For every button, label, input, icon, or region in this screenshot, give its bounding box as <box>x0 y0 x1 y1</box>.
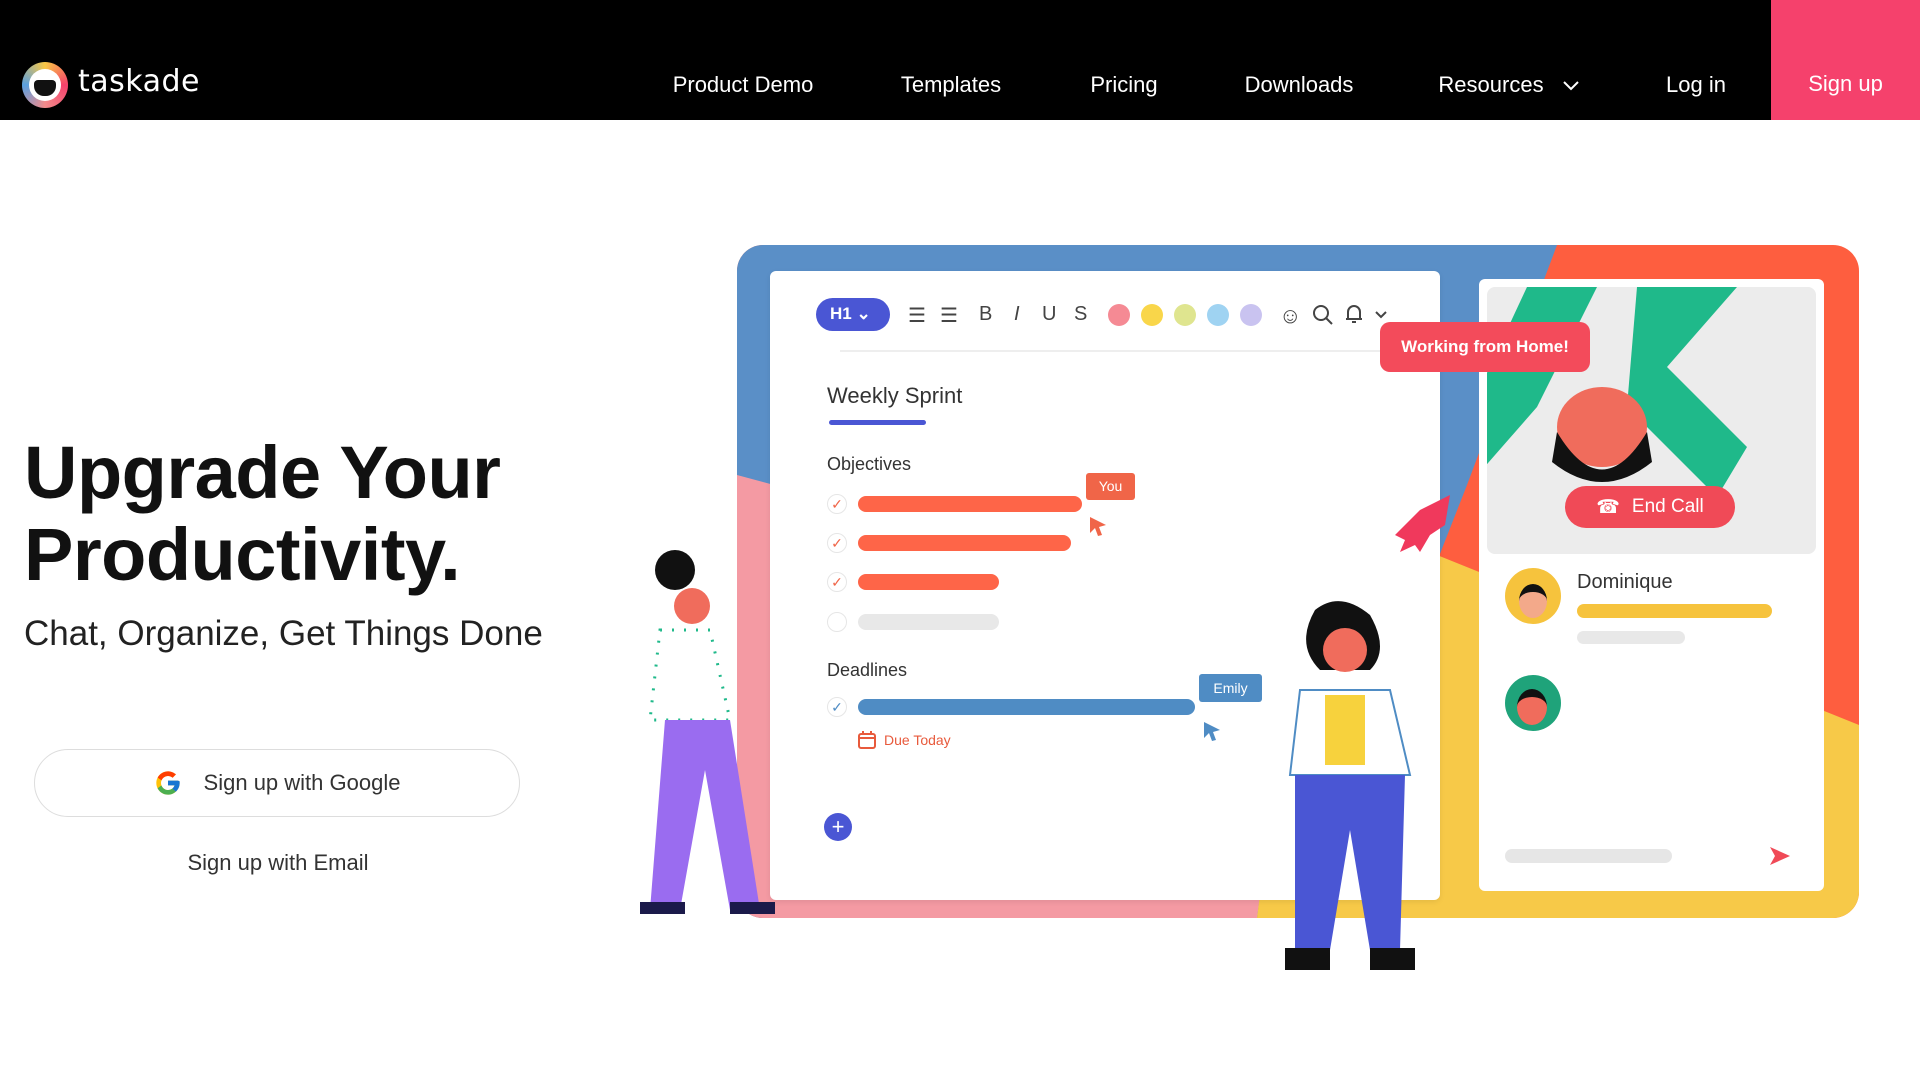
objective-checkbox[interactable]: ✓ <box>827 572 847 592</box>
due-today-label: Due Today <box>884 732 951 748</box>
emoji-icon[interactable]: ☺ <box>1279 303 1301 329</box>
chevron-down-icon[interactable] <box>1562 80 1580 92</box>
message-bar-placeholder <box>1577 631 1685 644</box>
bold-button[interactable]: B <box>979 303 992 326</box>
google-icon <box>155 771 180 795</box>
end-call-label: End Call <box>1631 496 1704 517</box>
send-icon[interactable] <box>1768 845 1792 867</box>
color-swatch-red[interactable] <box>1108 304 1130 326</box>
doc-title: Weekly Sprint <box>827 383 963 408</box>
objective-bar <box>858 614 999 630</box>
hero-title-line2: Productivity. <box>24 513 461 596</box>
italic-button[interactable]: I <box>1014 303 1020 326</box>
add-item-button[interactable]: + <box>824 813 852 841</box>
indent-icon[interactable]: ☰ <box>940 303 958 328</box>
nav-resources[interactable]: Resources <box>1438 72 1543 98</box>
outdent-icon[interactable]: ☰ <box>908 303 926 328</box>
heading-label: H1 <box>830 304 852 323</box>
hero-title: Upgrade Your Productivity. <box>24 431 501 596</box>
color-swatch-yellow[interactable] <box>1141 304 1163 326</box>
google-signup-button[interactable]: Sign up with Google <box>34 749 520 817</box>
end-call-button[interactable]: ☎ End Call <box>1565 486 1735 528</box>
nav-product-demo[interactable]: Product Demo <box>673 72 814 98</box>
deadline-checkbox[interactable]: ✓ <box>827 697 847 717</box>
bell-icon[interactable] <box>1344 302 1364 326</box>
you-cursor-tag: You <box>1086 473 1135 500</box>
underline-button[interactable]: U <box>1042 303 1056 326</box>
nav-pricing[interactable]: Pricing <box>1090 72 1157 98</box>
objective-checkbox[interactable] <box>827 612 847 632</box>
avatar-dominique <box>1505 568 1561 624</box>
calendar-icon <box>858 731 876 749</box>
hero-title-line1: Upgrade Your <box>24 431 501 514</box>
color-swatch-blue[interactable] <box>1207 304 1229 326</box>
title-underline <box>829 420 926 425</box>
objective-checkbox[interactable]: ✓ <box>827 494 847 514</box>
deadlines-label: Deadlines <box>827 660 908 680</box>
cursor-icon <box>1090 517 1106 536</box>
search-icon[interactable] <box>1312 304 1334 326</box>
hand-illustration <box>1395 495 1450 552</box>
avatar-participant-2 <box>1505 675 1561 731</box>
cursor-icon <box>1204 722 1220 741</box>
participant-name: Dominique <box>1577 571 1673 593</box>
taskade-logo-icon[interactable] <box>22 62 68 108</box>
left-character-illustration <box>640 550 775 914</box>
top-navbar: taskade Product Demo Templates Pricing D… <box>0 0 1920 120</box>
objective-bar <box>858 535 1071 551</box>
status-bubble: Working from Home! <box>1380 322 1590 372</box>
hero-subtitle: Chat, Organize, Get Things Done <box>24 614 543 653</box>
google-signup-label: Sign up with Google <box>203 770 401 795</box>
email-signup-link[interactable]: Sign up with Email <box>0 850 556 876</box>
right-character-illustration <box>1285 601 1415 970</box>
objective-bar <box>858 574 999 590</box>
nav-templates[interactable]: Templates <box>901 72 1001 98</box>
chevron-down-icon[interactable] <box>1374 310 1388 320</box>
color-swatch-lime[interactable] <box>1174 304 1196 326</box>
nav-downloads[interactable]: Downloads <box>1245 72 1354 98</box>
deadline-bar <box>858 699 1195 715</box>
heading-dropdown[interactable]: H1 ⌄ <box>816 298 890 331</box>
logo-text[interactable]: taskade <box>78 64 200 99</box>
signup-button[interactable]: Sign up <box>1771 0 1920 120</box>
objective-checkbox[interactable]: ✓ <box>827 533 847 553</box>
objectives-label: Objectives <box>827 454 912 474</box>
objective-bar <box>858 496 1082 512</box>
strike-button[interactable]: S <box>1074 303 1087 326</box>
nav-login[interactable]: Log in <box>1666 72 1726 98</box>
chat-input[interactable] <box>1505 849 1672 863</box>
phone-hangup-icon: ☎ <box>1596 496 1620 518</box>
toolbar-divider <box>840 350 1430 352</box>
color-swatch-purple[interactable] <box>1240 304 1262 326</box>
message-bar <box>1577 604 1772 618</box>
